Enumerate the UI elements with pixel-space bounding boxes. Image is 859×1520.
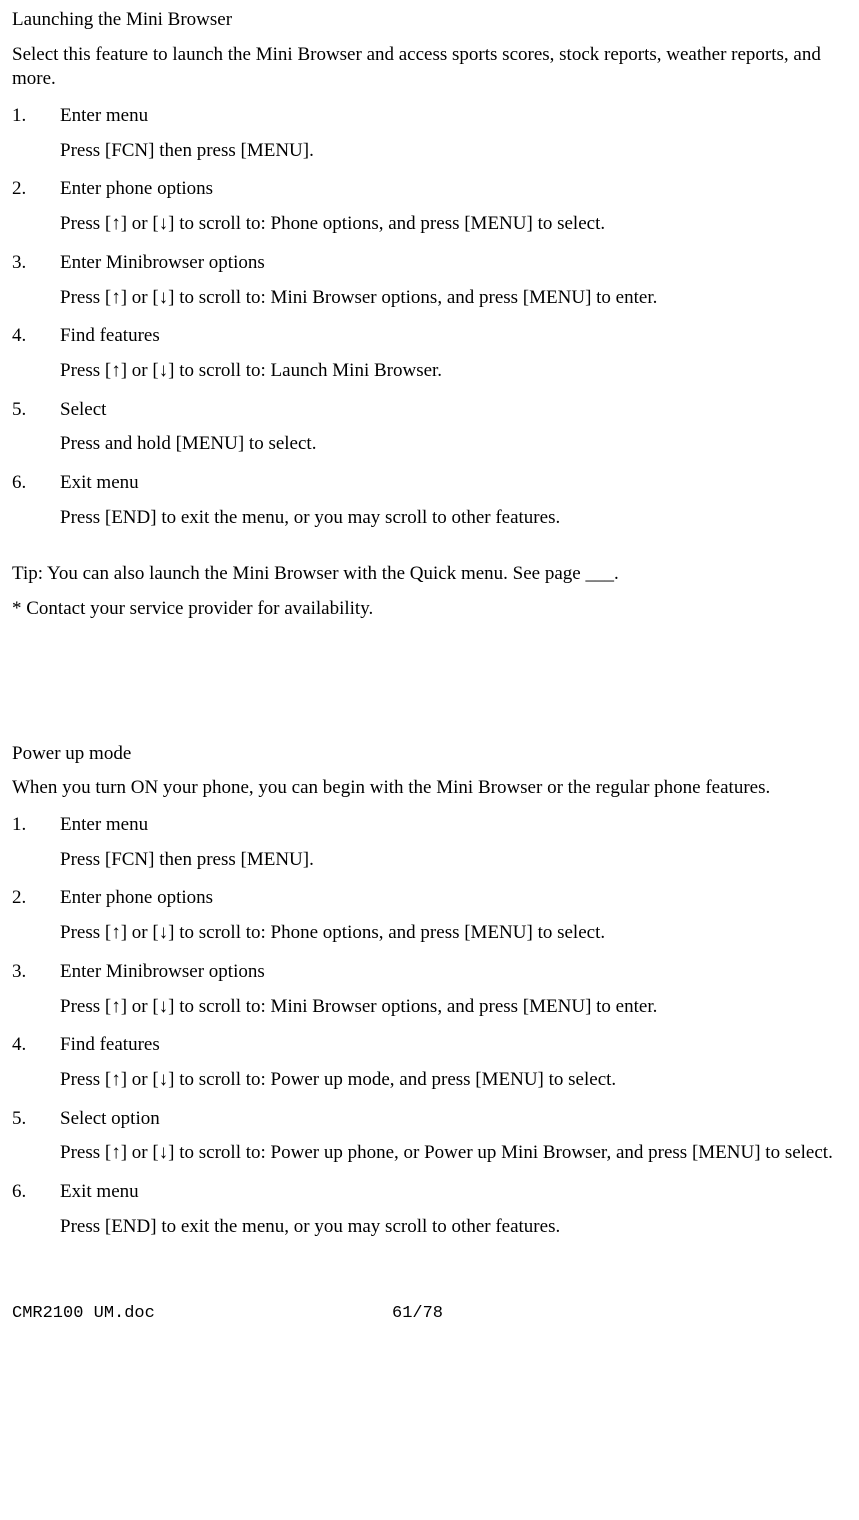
step-number: 6. [12, 471, 60, 534]
step-desc: Press [↑] or [↓] to scroll to: Mini Brow… [60, 995, 847, 1020]
step-title: Exit menu [60, 471, 847, 496]
step-number: 1. [12, 104, 60, 167]
step-item: 6. Exit menu Press [END] to exit the men… [12, 471, 847, 534]
step-number: 6. [12, 1180, 60, 1243]
step-item: 5. Select option Press [↑] or [↓] to scr… [12, 1107, 847, 1170]
step-item: 6. Exit menu Press [END] to exit the men… [12, 1180, 847, 1243]
step-title: Enter menu [60, 813, 847, 838]
step-desc: Press [↑] or [↓] to scroll to: Launch Mi… [60, 359, 847, 384]
step-desc: Press and hold [MENU] to select. [60, 432, 847, 457]
step-title: Enter Minibrowser options [60, 960, 847, 985]
step-desc: Press [↑] or [↓] to scroll to: Phone opt… [60, 212, 847, 237]
step-desc: Press [FCN] then press [MENU]. [60, 139, 847, 164]
step-number: 5. [12, 398, 60, 461]
step-item: 3. Enter Minibrowser options Press [↑] o… [12, 960, 847, 1023]
section-intro-1: Select this feature to launch the Mini B… [12, 43, 847, 92]
step-number: 4. [12, 324, 60, 387]
step-item: 4. Find features Press [↑] or [↓] to scr… [12, 324, 847, 387]
step-number: 2. [12, 886, 60, 949]
step-title: Select option [60, 1107, 847, 1132]
step-item: 1. Enter menu Press [FCN] then press [ME… [12, 104, 847, 167]
step-desc: Press [END] to exit the menu, or you may… [60, 506, 847, 531]
section-intro-2: When you turn ON your phone, you can beg… [12, 776, 847, 801]
step-title: Exit menu [60, 1180, 847, 1205]
step-desc: Press [END] to exit the menu, or you may… [60, 1215, 847, 1240]
tip-text: Tip: You can also launch the Mini Browse… [12, 562, 847, 587]
step-title: Enter Minibrowser options [60, 251, 847, 276]
step-item: 1. Enter menu Press [FCN] then press [ME… [12, 813, 847, 876]
footnote-text: * Contact your service provider for avai… [12, 597, 847, 622]
step-title: Select [60, 398, 847, 423]
step-desc: Press [↑] or [↓] to scroll to: Phone opt… [60, 921, 847, 946]
step-title: Enter menu [60, 104, 847, 129]
step-number: 4. [12, 1033, 60, 1096]
step-item: 5. Select Press and hold [MENU] to selec… [12, 398, 847, 461]
step-item: 2. Enter phone options Press [↑] or [↓] … [12, 886, 847, 949]
footer-page-number: 61/78 [392, 1303, 443, 1325]
step-desc: Press [↑] or [↓] to scroll to: Mini Brow… [60, 286, 847, 311]
step-item: 2. Enter phone options Press [↑] or [↓] … [12, 177, 847, 240]
step-item: 4. Find features Press [↑] or [↓] to scr… [12, 1033, 847, 1096]
step-number: 5. [12, 1107, 60, 1170]
step-title: Find features [60, 324, 847, 349]
step-title: Enter phone options [60, 886, 847, 911]
step-item: 3. Enter Minibrowser options Press [↑] o… [12, 251, 847, 314]
step-title: Find features [60, 1033, 847, 1058]
page-footer: CMR2100 UM.doc 61/78 [12, 1303, 847, 1325]
step-number: 3. [12, 960, 60, 1023]
step-number: 1. [12, 813, 60, 876]
step-title: Enter phone options [60, 177, 847, 202]
section-title-2: Power up mode [12, 742, 847, 767]
step-number: 2. [12, 177, 60, 240]
step-desc: Press [↑] or [↓] to scroll to: Power up … [60, 1141, 847, 1166]
step-list-2: 1. Enter menu Press [FCN] then press [ME… [12, 813, 847, 1243]
step-list-1: 1. Enter menu Press [FCN] then press [ME… [12, 104, 847, 534]
step-desc: Press [FCN] then press [MENU]. [60, 848, 847, 873]
step-number: 3. [12, 251, 60, 314]
section-title-1: Launching the Mini Browser [12, 8, 847, 33]
footer-filename: CMR2100 UM.doc [12, 1303, 392, 1325]
step-desc: Press [↑] or [↓] to scroll to: Power up … [60, 1068, 847, 1093]
